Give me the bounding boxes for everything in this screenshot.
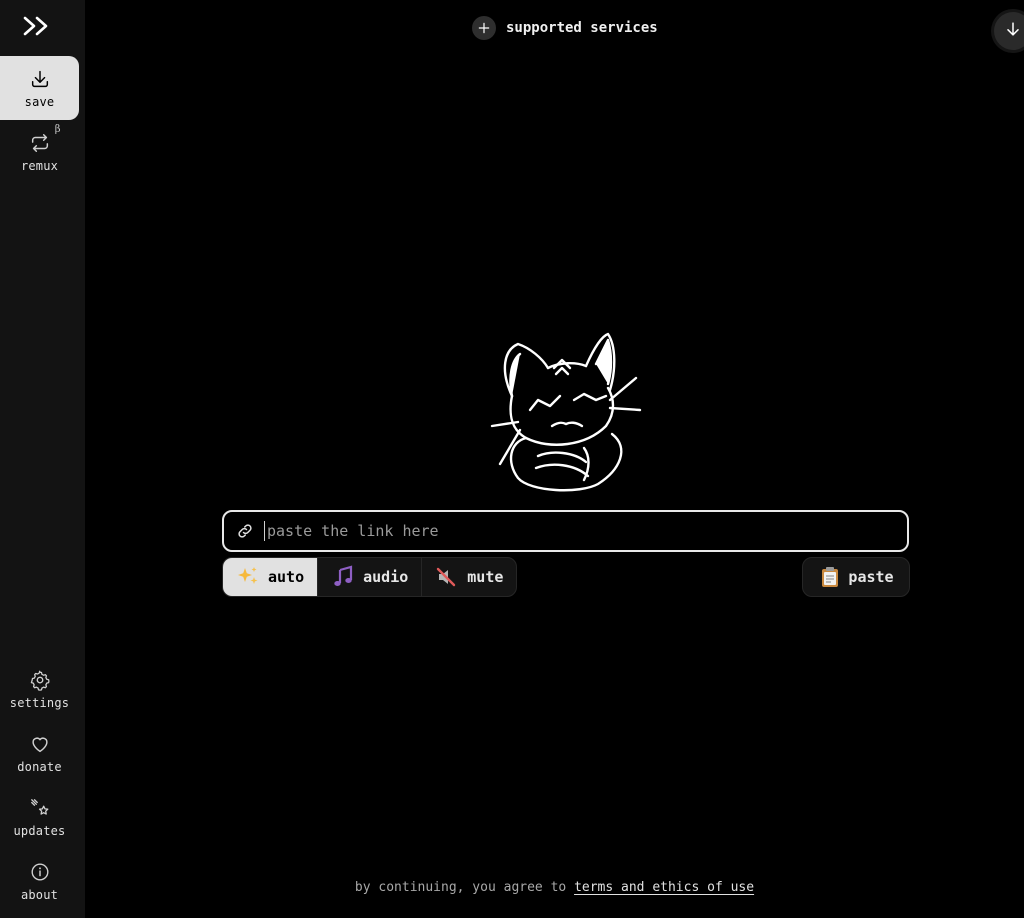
sidebar-item-label: remux [20, 158, 59, 173]
mode-audio-button[interactable]: audio [318, 558, 423, 596]
logo-icon[interactable] [22, 14, 52, 38]
paste-button[interactable]: paste [802, 557, 910, 597]
beta-badge: β [54, 123, 61, 135]
sidebar-item-label: donate [17, 759, 62, 774]
link-input[interactable] [264, 521, 907, 541]
download-queue-button[interactable] [994, 12, 1024, 50]
mode-label: audio [363, 568, 409, 586]
sidebar: save β remux settings donate updates abo… [0, 0, 85, 918]
mode-auto-button[interactable]: auto [223, 558, 319, 596]
sidebar-item-remux[interactable]: β remux [0, 120, 79, 184]
app-root: save β remux settings donate updates abo… [0, 0, 1024, 918]
plus-icon [472, 16, 496, 40]
supported-services-label: supported services [506, 20, 658, 36]
link-input-container [222, 510, 909, 552]
terms-footer: by continuing, you agree to terms and et… [0, 880, 1024, 895]
mode-label: auto [268, 568, 305, 586]
clipboard-icon [818, 565, 848, 589]
sidebar-item-settings[interactable]: settings [0, 657, 79, 721]
download-mode-switcher: auto audio mute [222, 557, 518, 597]
link-icon [236, 522, 254, 540]
download-icon [29, 68, 51, 90]
sidebar-item-label: updates [13, 823, 66, 838]
muted-speaker-icon [435, 565, 467, 589]
footer-prefix: by continuing, you agree to [354, 880, 567, 895]
paste-label: paste [848, 568, 894, 586]
sidebar-item-donate[interactable]: donate [0, 721, 79, 785]
meowbalt-mascot [490, 330, 642, 496]
mode-mute-button[interactable]: mute [422, 558, 516, 596]
sparkle-star-icon [29, 797, 51, 819]
sidebar-item-updates[interactable]: updates [0, 785, 79, 849]
remux-icon: β [29, 124, 61, 154]
sidebar-item-label: save [24, 94, 55, 109]
gear-icon [29, 669, 51, 691]
sidebar-item-label: settings [9, 695, 70, 710]
arrow-down-icon [1003, 19, 1023, 43]
heart-icon [29, 733, 51, 755]
supported-services-button[interactable]: supported services [472, 16, 658, 40]
terms-link[interactable]: terms and ethics of use [574, 880, 754, 895]
sidebar-item-save[interactable]: save [0, 56, 79, 120]
music-notes-icon [331, 565, 363, 589]
sparkles-icon [236, 565, 268, 589]
mode-label: mute [467, 568, 504, 586]
